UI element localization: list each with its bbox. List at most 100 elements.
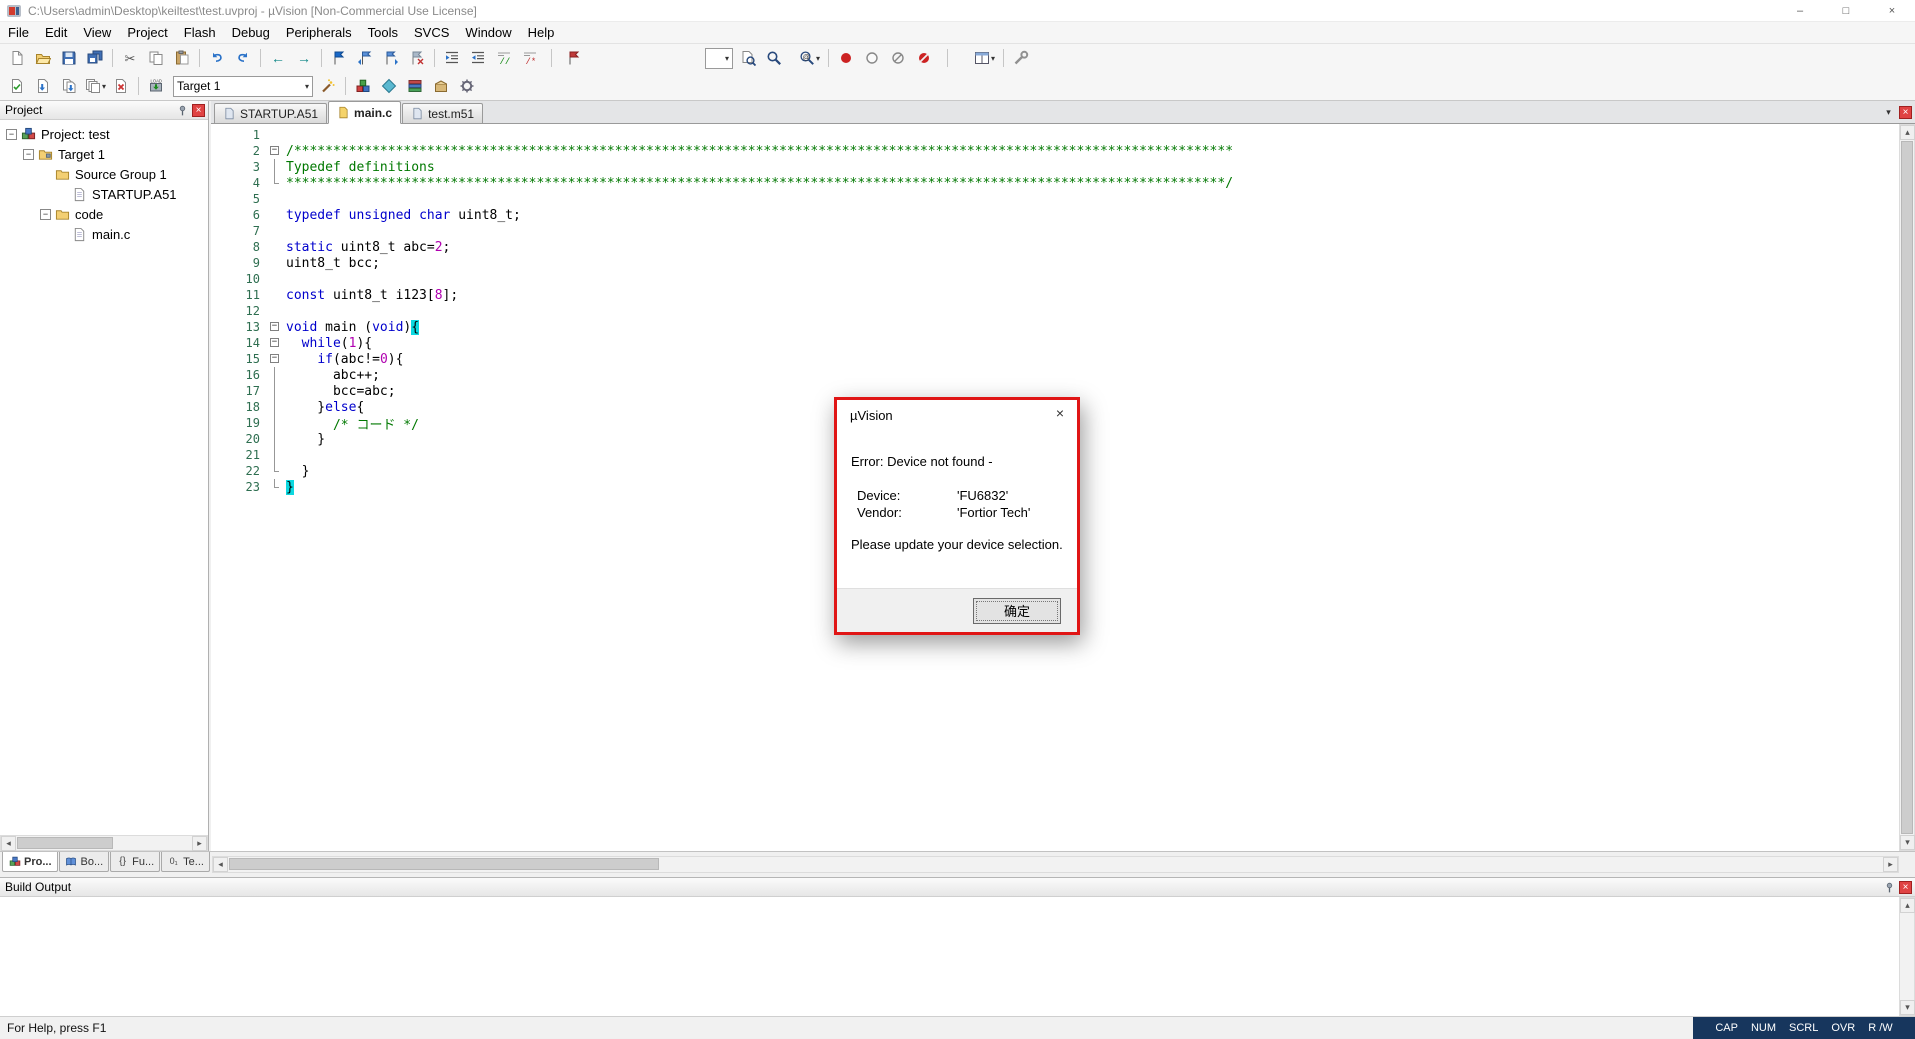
editor-vscrollbar[interactable]: ▴ ▾ [1899,124,1915,851]
tree-expander[interactable]: − [23,149,34,160]
panel-tab-bo[interactable]: Bo... [59,852,110,872]
pin-icon[interactable] [175,103,189,117]
dialog-close-icon[interactable]: × [1043,400,1077,426]
fold-collapse-icon[interactable]: − [270,146,279,155]
rebuild-all-button[interactable] [57,74,81,98]
code-text[interactable]: const uint8_t i123[8]; [283,288,458,303]
close-button[interactable]: × [1869,0,1915,22]
fold-collapse-icon[interactable]: − [270,338,279,347]
tree-item[interactable]: Source Group 1 [0,164,208,184]
save-button[interactable] [57,46,81,70]
menu-debug[interactable]: Debug [224,22,278,43]
menu-peripherals[interactable]: Peripherals [278,22,360,43]
code-text[interactable]: abc++; [283,368,380,383]
fold-collapse-icon[interactable]: − [270,322,279,331]
undo-button[interactable] [205,46,229,70]
next-bookmark-button[interactable] [379,46,403,70]
scrollbar-thumb[interactable] [1901,141,1913,834]
insert-breakpoint-button[interactable] [834,46,858,70]
build-output-content[interactable] [0,897,1899,1016]
code-text[interactable]: Typedef definitions [283,160,435,175]
code-text[interactable]: bcc=abc; [283,384,396,399]
incremental-find-button[interactable]: @▾ [797,46,821,70]
find-button[interactable] [762,46,786,70]
chevron-down-icon[interactable]: ▾ [305,82,309,91]
close-build-output-icon[interactable]: × [1899,881,1912,894]
scroll-right-icon[interactable]: ▸ [1883,857,1898,872]
panel-tab-te[interactable]: 0₁Te... [161,852,210,872]
tree-item[interactable]: STARTUP.A51 [0,184,208,204]
disable-all-breakpoints-button[interactable] [886,46,910,70]
build-output-vscrollbar[interactable]: ▴ ▾ [1899,897,1915,1016]
save-all-button[interactable] [83,46,107,70]
navigate-forward-button[interactable]: → [292,46,316,70]
indent-button[interactable] [440,46,464,70]
code-text[interactable]: static uint8_t abc=2; [283,240,450,255]
menu-edit[interactable]: Edit [37,22,75,43]
code-text[interactable]: ****************************************… [283,176,1233,191]
scrollbar-thumb[interactable] [229,858,659,870]
menu-help[interactable]: Help [520,22,563,43]
code-text[interactable]: typedef unsigned char uint8_t; [283,208,521,223]
ok-button[interactable]: 确定 [973,598,1061,624]
code-text[interactable]: } [283,480,294,495]
translate-button[interactable] [5,74,29,98]
code-text[interactable]: /***************************************… [283,144,1233,159]
pack-installer-button[interactable] [429,74,453,98]
code-text[interactable]: while(1){ [283,336,372,351]
enable-disable-breakpoint-button[interactable] [860,46,884,70]
menu-file[interactable]: File [0,22,37,43]
pin-icon[interactable] [1882,880,1896,894]
menu-svcs[interactable]: SVCS [406,22,457,43]
comment-selection-button[interactable]: // [492,46,516,70]
editor-hscrollbar[interactable]: ◂ ▸ [212,856,1899,873]
fold-collapse-icon[interactable]: − [270,354,279,363]
download-button[interactable]: LOAD [144,74,168,98]
uncomment-selection-button[interactable]: /* [518,46,542,70]
open-button[interactable] [31,46,55,70]
tree-expander[interactable]: − [40,209,51,220]
tab-main-c[interactable]: main.c [328,101,401,124]
chevron-down-icon[interactable]: ▾ [725,54,729,63]
code-text[interactable]: uint8_t bcc; [283,256,380,271]
toggle-bookmark-button[interactable] [327,46,351,70]
scroll-left-icon[interactable]: ◂ [213,857,228,872]
close-tab-icon[interactable]: × [1899,106,1912,119]
flag-button[interactable] [562,46,586,70]
code-text[interactable]: } [283,464,309,479]
kill-all-breakpoints-button[interactable] [912,46,936,70]
minimize-button[interactable]: – [1777,0,1823,22]
paste-button[interactable] [170,46,194,70]
code-text[interactable]: } [283,432,325,447]
window-layout-button[interactable]: ▾ [972,46,996,70]
project-panel-hscrollbar[interactable]: ◂ ▸ [0,835,208,851]
scroll-right-icon[interactable]: ▸ [192,836,207,851]
maximize-button[interactable]: □ [1823,0,1869,22]
menu-window[interactable]: Window [457,22,519,43]
code-text[interactable]: void main (void){ [283,320,419,335]
tab-test-m51[interactable]: test.m51 [402,103,483,123]
build-button[interactable] [31,74,55,98]
tab-list-chevron-down-icon[interactable]: ▾ [1881,105,1896,119]
scroll-down-icon[interactable]: ▾ [1900,1000,1915,1015]
manage-run-time-environment-button[interactable] [455,74,479,98]
manage-project-items-button[interactable] [351,74,375,98]
redo-button[interactable] [231,46,255,70]
close-panel-icon[interactable]: × [192,104,205,117]
tree-item[interactable]: −Project: test [0,124,208,144]
find-in-files-button[interactable] [736,46,760,70]
menu-tools[interactable]: Tools [360,22,406,43]
code-text[interactable]: /* コード */ [283,414,419,433]
menu-project[interactable]: Project [119,22,175,43]
file-extensions-button[interactable] [377,74,401,98]
unindent-button[interactable] [466,46,490,70]
new-file-button[interactable] [5,46,29,70]
scroll-up-icon[interactable]: ▴ [1900,125,1915,140]
menu-view[interactable]: View [75,22,119,43]
options-for-target-button[interactable] [316,74,340,98]
cut-button[interactable]: ✂ [118,46,142,70]
code-text[interactable]: }else{ [283,400,364,415]
menu-flash[interactable]: Flash [176,22,224,43]
target-select[interactable]: Target 1▾ [173,76,313,97]
clear-all-bookmarks-button[interactable] [405,46,429,70]
